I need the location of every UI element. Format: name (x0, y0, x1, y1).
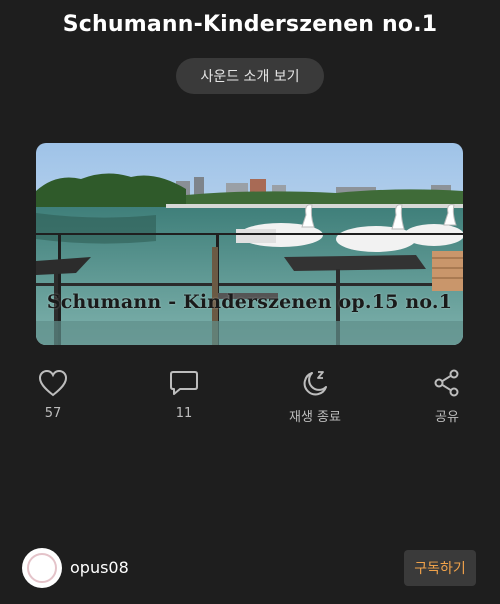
comment-count: 11 (175, 406, 193, 421)
action-bar: 57 11 재생 종료 공유 (0, 368, 500, 428)
moon-zzz-icon (270, 368, 360, 398)
sleep-timer-button[interactable]: 재생 종료 (270, 368, 360, 425)
sleep-timer-label: 재생 종료 (289, 410, 341, 425)
share-button[interactable]: 공유 (402, 368, 492, 425)
share-label: 공유 (435, 410, 459, 425)
page-title: Schumann-Kinderszenen no.1 (62, 12, 438, 37)
cover-caption: Schumann - Kinderszenen op.15 no.1 (46, 291, 453, 313)
speech-bubble-icon (139, 368, 229, 398)
lake-scene-illustration (36, 143, 463, 345)
username[interactable]: opus08 (70, 558, 129, 577)
avatar[interactable] (22, 548, 62, 588)
like-button[interactable]: 57 (8, 368, 98, 421)
like-count: 57 (44, 406, 62, 421)
creator-footer: opus08 구독하기 (22, 548, 476, 590)
avatar-logo (27, 553, 57, 583)
subscribe-button[interactable]: 구독하기 (404, 550, 476, 586)
cover-image: Schumann - Kinderszenen op.15 no.1 (36, 143, 463, 345)
comment-button[interactable]: 11 (139, 368, 229, 421)
sound-intro-button[interactable]: 사운드 소개 보기 (176, 58, 324, 94)
share-icon (402, 368, 492, 398)
heart-icon (8, 368, 98, 398)
